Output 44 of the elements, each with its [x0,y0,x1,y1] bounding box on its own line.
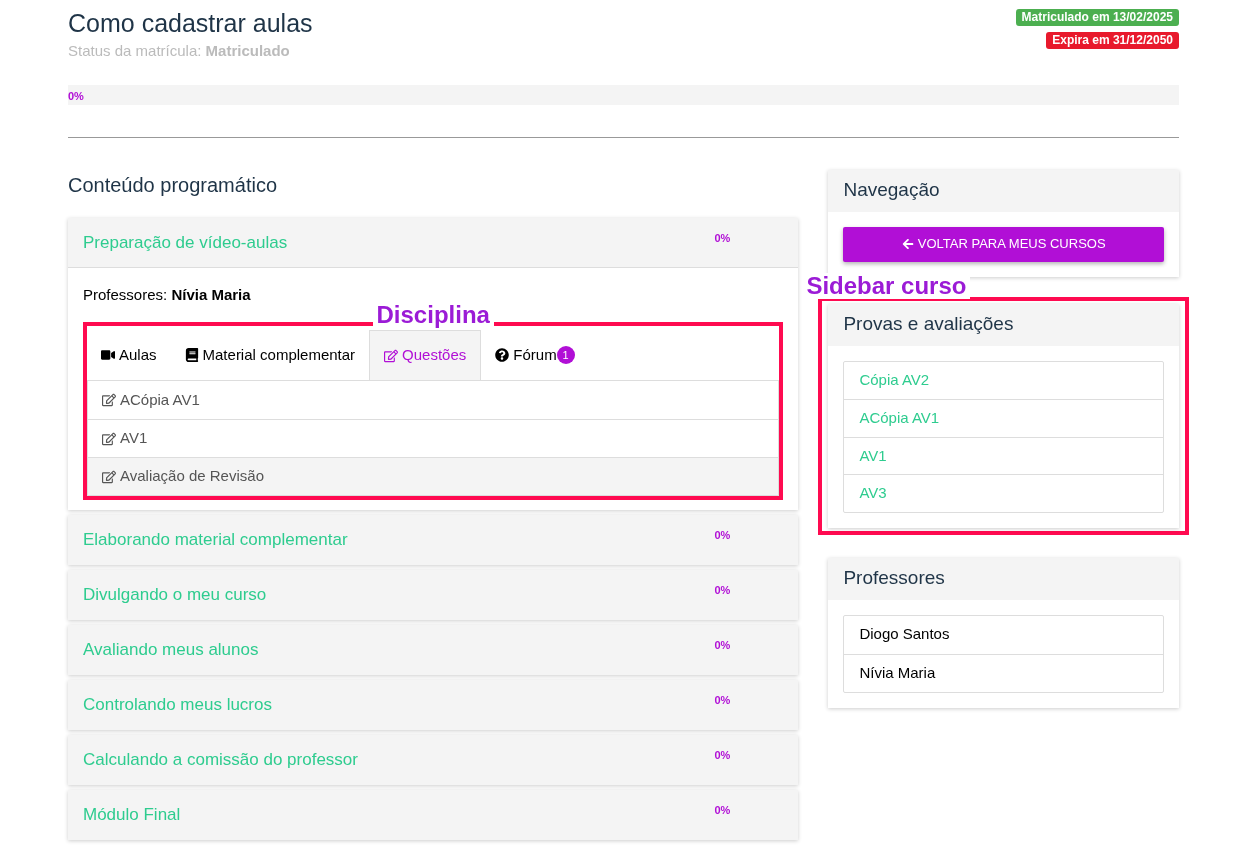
question-item[interactable]: Avaliação de Revisão [88,457,779,495]
tab[interactable]: Material complementar [170,330,370,380]
module-percent: 0% [714,638,731,653]
edit-icon [102,469,116,484]
edit-icon [102,393,116,407]
module-percent: 0% [714,583,731,598]
video-camera-icon [101,348,115,362]
book-icon [184,348,199,362]
teacher-name: Diogo Santos [858,624,951,645]
card-title: Professores [843,566,945,591]
edit-icon [384,348,399,363]
module-header[interactable]: Divulgando o meu curso 0% [68,570,799,620]
module-percent: 0% [714,693,731,708]
arrow-left-icon [901,238,914,250]
module-header[interactable]: Preparação de vídeo-aulas 0% [68,217,799,268]
question-label: AV1 [120,428,148,449]
module-header[interactable]: Controlando meus lucros 0% [68,680,799,730]
date-badge: Expira em 31/12/2050 [1046,32,1179,49]
tab[interactable]: Aulas [87,330,171,380]
count-badge: 1 [556,346,575,364]
teacher-name: Nívia Maria [844,653,1163,692]
module-percent: 0% [714,803,731,818]
date-badge: Matriculado em 13/02/2025 [1015,9,1179,26]
edit-icon [102,431,116,446]
module-header[interactable]: Elaborando material complementar 0% [68,515,799,565]
tab[interactable]: Questões [369,330,482,380]
question-label: Avaliação de Revisão [120,466,264,487]
progress-text: 0% [68,88,84,104]
module-header[interactable]: Módulo Final 0% [68,790,799,840]
teachers-text: Professores: Nívia Maria [83,284,252,305]
module-percent: 0% [714,748,731,763]
question-label: ACópia AV1 [120,389,200,410]
card-title: Navegação [843,178,940,203]
back-button[interactable]: VOLTAR PARA MEUS CURSOS [843,226,1164,262]
enrollment-status: Status da matrícula: Matriculado [68,41,291,61]
tab[interactable]: Fórum 1 [481,330,589,380]
module-percent: 0% [714,230,731,246]
module-header[interactable]: Avaliando meus alunos 0% [68,625,799,675]
module-percent: 0% [714,528,731,543]
module-header[interactable]: Calculando a comissão do professor 0% [68,735,799,785]
section-title: Conteúdo programático [68,172,278,198]
page-title: Como cadastrar aulas [68,8,313,38]
annotation-label: Disciplina [372,302,494,328]
card-title: Provas e avaliações [843,312,1014,337]
